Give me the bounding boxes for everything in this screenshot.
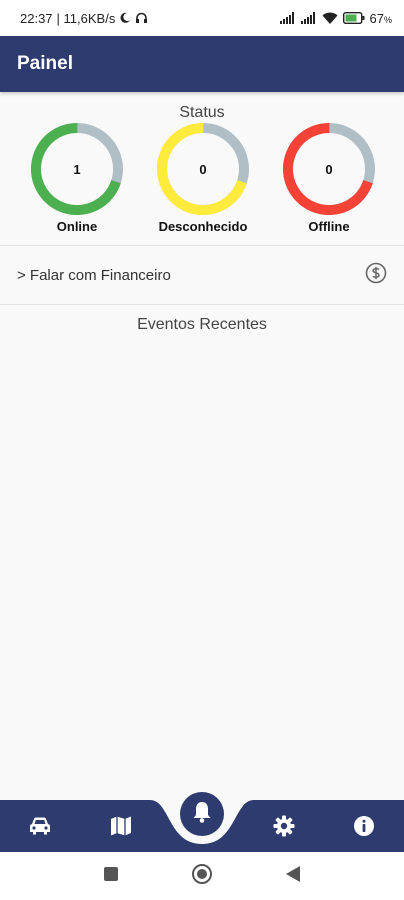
map-icon — [110, 815, 132, 842]
app-bar: Painel — [0, 36, 404, 92]
status-heading: Status — [179, 104, 225, 121]
nav-alerts[interactable] — [180, 792, 224, 836]
android-navigation-bar — [0, 852, 404, 900]
home-button[interactable] — [190, 863, 214, 890]
gauge-label: Offline — [308, 219, 350, 234]
headset-icon — [135, 12, 148, 24]
gauge-label: Online — [56, 219, 98, 234]
divider — [0, 304, 404, 305]
gauge-value: 0 — [325, 162, 333, 177]
finance-contact-row[interactable]: > Falar com Financeiro — [0, 246, 404, 304]
gauge-value: 0 — [199, 162, 207, 177]
car-icon — [28, 816, 52, 841]
gauge-unknown[interactable]: 0 Desconhecido — [138, 122, 268, 238]
wifi-icon — [322, 12, 338, 24]
battery-icon — [342, 12, 365, 24]
square-icon — [104, 866, 118, 886]
status-left: 22:37 | 11,6KB/s — [20, 11, 148, 26]
system-status-bar: 22:37 | 11,6KB/s 67% — [0, 0, 404, 36]
gauge-online[interactable]: 1 Online — [12, 122, 142, 238]
app-title: Painel — [17, 53, 73, 74]
network-speed: | 11,6KB/s — [56, 10, 116, 26]
nav-info[interactable] — [344, 812, 384, 844]
gauge-offline[interactable]: 0 Offline — [264, 122, 394, 238]
gauge-value: 1 — [73, 162, 81, 177]
gear-icon — [272, 814, 296, 843]
status-right: 67% — [279, 10, 392, 26]
recent-apps-button[interactable] — [99, 864, 123, 888]
info-icon — [353, 815, 375, 842]
nav-map[interactable] — [101, 812, 141, 844]
nav-settings[interactable] — [264, 812, 304, 844]
bottom-navigation — [0, 790, 404, 852]
signal-icon — [279, 12, 296, 24]
back-button[interactable] — [281, 864, 305, 888]
signal-icon-2 — [300, 12, 317, 24]
status-gauges: 1 Online 0 Desconhecido 0 Offline — [0, 122, 404, 242]
moon-icon — [119, 12, 131, 24]
battery-percent: 67% — [369, 10, 392, 26]
gauge-label: Desconhecido — [158, 219, 248, 234]
clock: 22:37 — [20, 10, 53, 26]
back-triangle-icon — [285, 865, 301, 888]
nav-vehicles[interactable] — [20, 812, 60, 844]
bell-icon — [191, 800, 213, 829]
finance-label: > Falar com Financeiro — [17, 266, 171, 284]
events-heading: Eventos Recentes — [137, 316, 267, 333]
circle-icon — [191, 863, 213, 890]
dollar-circle-icon — [365, 262, 387, 289]
